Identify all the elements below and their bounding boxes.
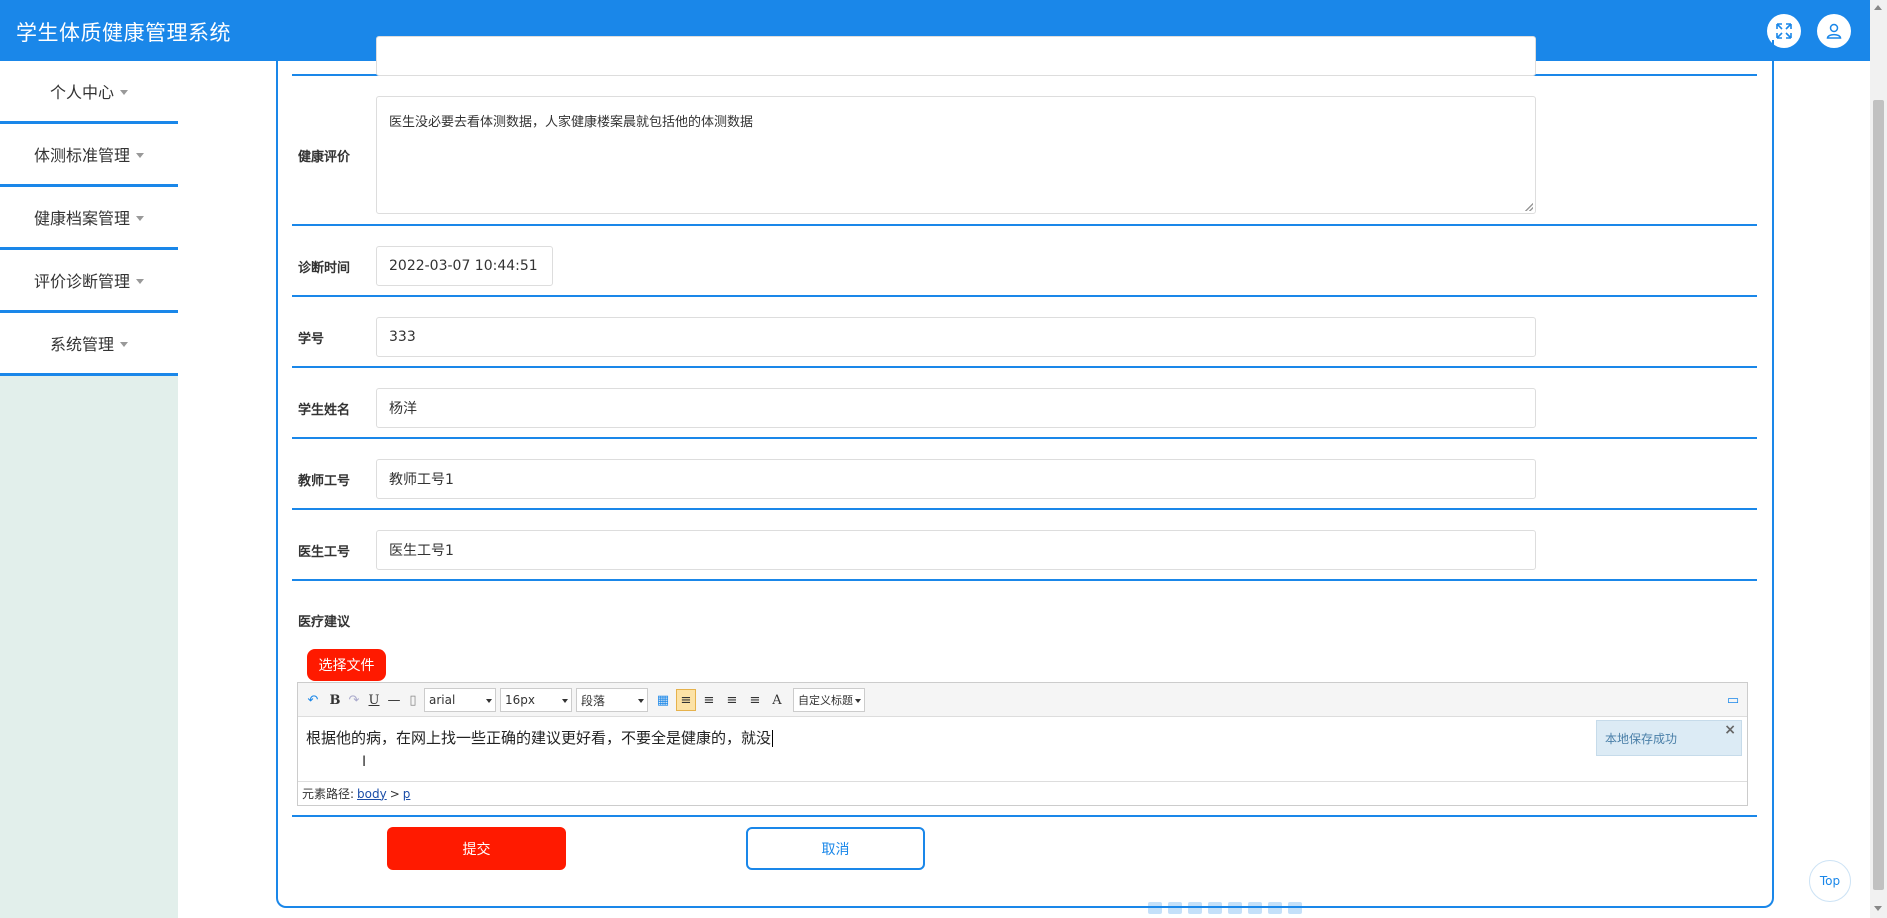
chevron-down-icon: [855, 699, 861, 703]
health-eval-textarea[interactable]: 医生没必要去看体测数据，人家健康楼案晨就包括他的体测数据: [376, 96, 1536, 214]
chevron-down-icon: [638, 699, 644, 703]
diag-time-label: 诊断时间: [298, 261, 351, 276]
font-size-select[interactable]: 16px: [500, 688, 572, 712]
health-eval-label: 健康评价: [298, 150, 351, 165]
faint-icon: [1248, 902, 1262, 914]
faint-icon: [1148, 902, 1162, 914]
sidebar-item-evaluation[interactable]: 评价诊断管理: [0, 250, 178, 313]
rich-text-editor: ↶ B ↷ U — ▯ arial 16px 段落 ▦ ≡ ≡ ≡ ≡ A 自定…: [297, 682, 1748, 806]
font-color-icon[interactable]: A: [768, 691, 786, 709]
form-row-doctor-no: 医生工号 医生工号1: [292, 510, 1757, 581]
sidebar: 个人中心 体测标准管理 健康档案管理 评价诊断管理 系统管理: [0, 61, 178, 918]
doctor-no-input[interactable]: 医生工号1: [376, 530, 1536, 570]
chevron-down-icon: [136, 152, 144, 158]
resize-handle[interactable]: [1525, 203, 1533, 211]
page-scrollbar[interactable]: [1870, 0, 1887, 918]
teacher-no-input[interactable]: 教师工号1: [376, 459, 1536, 499]
paragraph-select[interactable]: 段落: [576, 688, 648, 712]
student-name-label: 学生姓名: [298, 403, 351, 418]
chevron-down-icon: [486, 699, 492, 703]
faint-icon: [1268, 902, 1282, 914]
chevron-down-icon: [136, 278, 144, 284]
form-row-teacher-no: 教师工号 教师工号1: [292, 439, 1757, 510]
custom-title-value: 自定义标题: [798, 694, 853, 707]
redo-icon[interactable]: ↷: [345, 691, 363, 709]
font-family-value: arial: [429, 693, 456, 707]
sidebar-item-system[interactable]: 系统管理: [0, 313, 178, 376]
faint-icon: [1188, 902, 1202, 914]
faint-icon: [1208, 902, 1222, 914]
sidebar-item-label: 评价诊断管理: [33, 272, 130, 291]
chevron-down-icon: [120, 341, 128, 347]
align-right-icon[interactable]: ≡: [700, 691, 718, 709]
chevron-down-icon: [136, 215, 144, 221]
font-size-value: 16px: [505, 693, 535, 707]
path-link-p[interactable]: p: [403, 787, 411, 801]
faint-icon: [1168, 902, 1182, 914]
sidebar-item-label: 健康档案管理: [33, 209, 130, 228]
user-icon[interactable]: [1817, 14, 1851, 48]
form-row-diag-time: 诊断时间 2022-03-07 10:44:51: [292, 226, 1757, 297]
font-family-select[interactable]: arial: [424, 688, 496, 712]
path-separator: >: [389, 786, 400, 801]
editor-toolbar: ↶ B ↷ U — ▯ arial 16px 段落 ▦ ≡ ≡ ≡ ≡ A 自定…: [298, 683, 1747, 717]
element-path-bar: 元素路径: body > p: [298, 781, 1747, 805]
paste-plain-icon[interactable]: ▯: [404, 691, 422, 709]
app-title: 学生体质健康管理系统: [16, 21, 231, 45]
sidebar-item-test-standard[interactable]: 体测标准管理: [0, 124, 178, 187]
scroll-up-icon[interactable]: [1874, 5, 1882, 10]
text-cursor: [772, 730, 774, 747]
align-center-icon[interactable]: ≡: [723, 691, 741, 709]
scroll-down-icon[interactable]: [1874, 906, 1882, 911]
table-icon[interactable]: ▦: [654, 691, 672, 709]
hidden-field[interactable]: [376, 36, 1536, 76]
doctor-no-label: 医生工号: [298, 545, 351, 560]
align-justify-icon[interactable]: ≡: [746, 691, 764, 709]
underline-icon[interactable]: U: [365, 691, 383, 709]
custom-title-select[interactable]: 自定义标题: [793, 688, 865, 712]
form-row-hidden: [292, 36, 1757, 76]
close-icon[interactable]: ×: [1724, 722, 1736, 738]
teacher-no-label: 教师工号: [298, 474, 351, 489]
path-link-body[interactable]: body: [357, 787, 387, 801]
fullscreen-editor-icon[interactable]: ▭: [1724, 691, 1742, 709]
chevron-down-icon: [562, 699, 568, 703]
student-no-label: 学号: [298, 332, 325, 347]
faint-icon: [1288, 902, 1302, 914]
choose-file-button[interactable]: 选择文件: [307, 649, 386, 681]
editor-text: 根据他的病，在网上找一些正确的建议更好看，不要全是健康的，就没: [306, 729, 772, 747]
health-eval-value: 医生没必要去看体测数据，人家健康楼案晨就包括他的体测数据: [389, 115, 754, 130]
paragraph-value: 段落: [581, 693, 606, 708]
ibeam-cursor-icon: I: [362, 754, 367, 770]
sidebar-item-label: 体测标准管理: [33, 146, 130, 165]
student-name-input[interactable]: 杨洋: [376, 388, 1536, 428]
sidebar-item-health-records[interactable]: 健康档案管理: [0, 187, 178, 250]
save-tip-text: 本地保存成功: [1605, 731, 1678, 746]
form-row-student-name: 学生姓名 杨洋: [292, 368, 1757, 439]
cancel-button[interactable]: 取消: [746, 827, 925, 870]
align-left-icon[interactable]: ≡: [676, 689, 696, 711]
sidebar-item-label: 系统管理: [49, 335, 114, 354]
scroll-thumb[interactable]: [1873, 100, 1884, 890]
student-no-input[interactable]: 333: [376, 317, 1536, 357]
faint-toolbar: [1148, 900, 1356, 916]
sidebar-item-label: 个人中心: [49, 83, 114, 102]
undo-icon[interactable]: ↶: [304, 691, 322, 709]
local-save-tip: 本地保存成功 ×: [1596, 720, 1742, 756]
faint-icon: [1228, 902, 1242, 914]
horizontal-rule-icon[interactable]: —: [385, 691, 403, 709]
medical-advice-label: 医疗建议: [298, 615, 351, 630]
bold-icon[interactable]: B: [326, 691, 344, 709]
editor-content[interactable]: 根据他的病，在网上找一些正确的建议更好看，不要全是健康的，就没: [306, 727, 774, 748]
form-row-student-no: 学号 333: [292, 297, 1757, 368]
diag-time-input[interactable]: 2022-03-07 10:44:51: [376, 246, 553, 286]
sidebar-item-personal[interactable]: 个人中心: [0, 61, 178, 124]
submit-button[interactable]: 提交: [387, 827, 566, 870]
chevron-down-icon: [120, 89, 128, 95]
back-to-top-button[interactable]: Top: [1809, 860, 1851, 902]
form-row-health-eval: 健康评价 医生没必要去看体测数据，人家健康楼案晨就包括他的体测数据: [292, 76, 1757, 226]
element-path-label: 元素路径:: [302, 787, 355, 801]
